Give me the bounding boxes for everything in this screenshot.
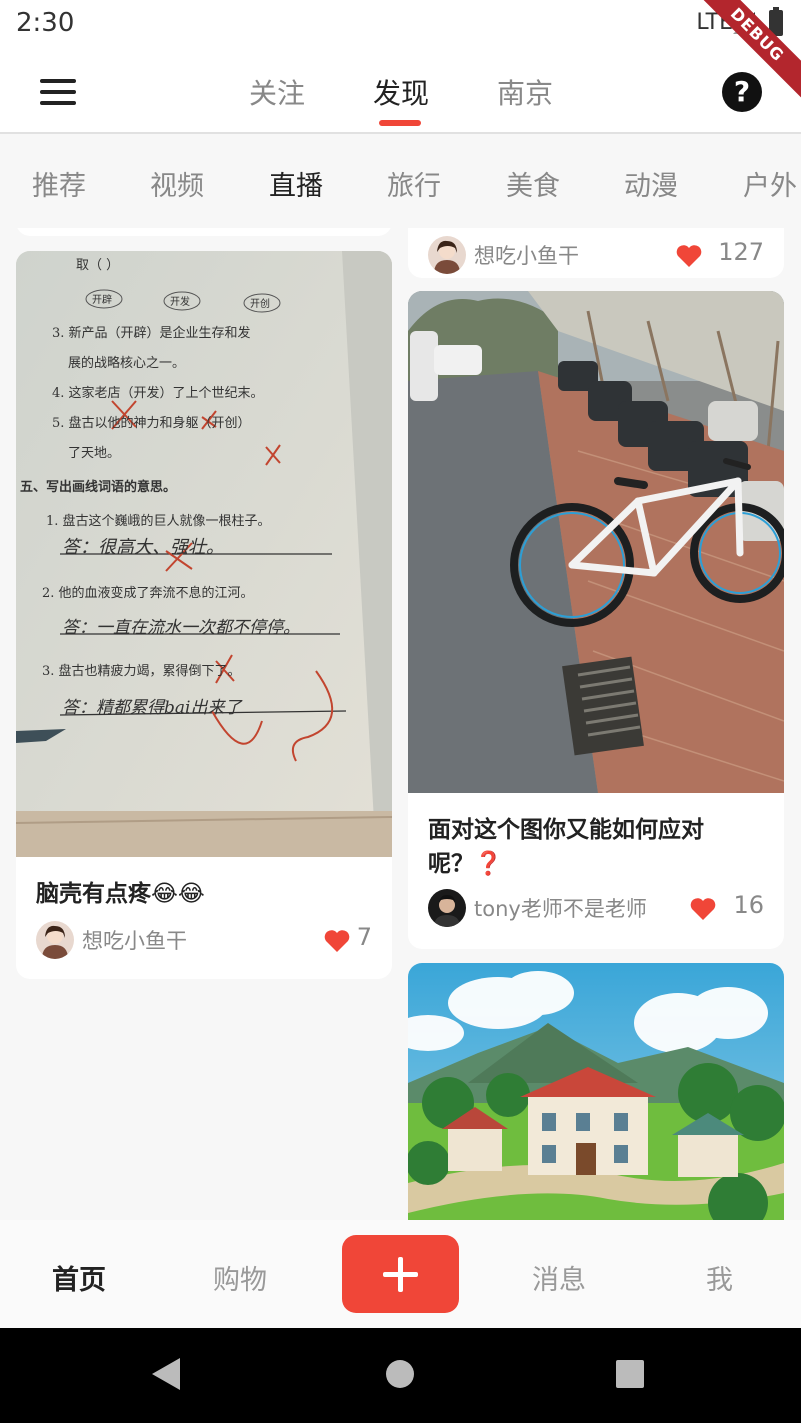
worksheet-line: 取（ ） (76, 258, 119, 273)
author-name[interactable]: 想吃小鱼干 (474, 240, 579, 270)
worksheet-line: 3. 盘古也精疲力竭，累得倒下了。 (42, 663, 241, 679)
worksheet-line: 1. 盘古这个巍峨的巨人就像一根柱子。 (46, 513, 271, 529)
top-nav: 关注 发现 南京 ? (0, 50, 801, 134)
heart-icon[interactable] (690, 897, 716, 921)
heart-icon[interactable] (324, 929, 350, 953)
card-meta: tony老师不是老师 16 (428, 889, 764, 929)
nav-shopping[interactable]: 购物 (213, 1258, 267, 1297)
post-title[interactable]: 面对这个图你又能如何应对呢？❓ (428, 813, 744, 881)
post-image[interactable] (408, 291, 784, 793)
worksheet-heading: 五、写出画线词语的意思。 (20, 479, 176, 495)
author-avatar[interactable] (428, 236, 466, 274)
nav-home[interactable]: 首页 (52, 1258, 106, 1297)
worksheet-line: 展的战略核心之一。 (68, 355, 185, 371)
category-food[interactable]: 美食 (506, 164, 560, 203)
bicycle-photo (408, 291, 784, 793)
handwritten-answer: 答：精都累得bai出来了 (62, 698, 243, 718)
feed-card-bicycle[interactable]: 面对这个图你又能如何应对呢？❓ tony老师不是老师 16 (408, 291, 784, 949)
author-avatar[interactable] (428, 889, 466, 927)
help-icon[interactable]: ? (722, 72, 762, 112)
back-icon[interactable] (152, 1358, 180, 1390)
handwritten-answer: 答：一直在流水一次都不停停。 (62, 618, 300, 638)
worksheet-line: 5. 盘古以他的神力和身躯（开创） (52, 415, 251, 431)
village-illustration (408, 963, 784, 1220)
author-name[interactable]: tony老师不是老师 (474, 893, 647, 923)
worksheet-line: 2. 他的血液变成了奔流不息的江河。 (42, 585, 254, 601)
author-name[interactable]: 想吃小鱼干 (82, 925, 187, 955)
home-icon[interactable] (386, 1360, 414, 1388)
tab-nanjing[interactable]: 南京 (497, 72, 553, 112)
like-count: 16 (733, 891, 764, 919)
recents-icon[interactable] (616, 1360, 644, 1388)
tab-discover[interactable]: 发现 (373, 72, 429, 112)
worksheet-stamp: 开创 (250, 297, 270, 310)
add-post-button[interactable] (342, 1235, 459, 1313)
worksheet-stamp: 开辟 (92, 293, 112, 306)
system-nav-bar (0, 1328, 801, 1423)
author-avatar[interactable] (36, 921, 74, 959)
feed[interactable]: 想吃小鱼干 127 取（ ） 3. 新产品（开辟）是企业生存和发 展的战略核心之… (0, 228, 801, 1220)
category-travel[interactable]: 旅行 (387, 164, 441, 203)
category-anime[interactable]: 动漫 (624, 164, 678, 203)
feed-card-partial-right[interactable]: 想吃小鱼干 127 (408, 228, 784, 278)
homework-photo: 取（ ） 3. 新产品（开辟）是企业生存和发 展的战略核心之一。 4. 这家老店… (16, 251, 392, 857)
feed-card-partial-left[interactable] (16, 228, 392, 236)
post-title[interactable]: 脑壳有点疼😂😂 (36, 877, 372, 911)
bottom-nav: 首页 购物 消息 我 (0, 1220, 801, 1328)
category-outdoor[interactable]: 户外 (743, 164, 797, 203)
status-bar: 2:30 LTE (0, 0, 801, 50)
like-count: 127 (718, 238, 764, 266)
handwritten-answer: 答：很高大、强壮。 (62, 537, 224, 558)
category-recommend[interactable]: 推荐 (32, 164, 86, 203)
menu-icon[interactable] (40, 79, 76, 105)
tab-follow[interactable]: 关注 (249, 72, 305, 112)
like-count: 7 (356, 923, 372, 951)
card-meta: 想吃小鱼干 7 (36, 921, 372, 961)
heart-icon[interactable] (676, 244, 702, 268)
post-image[interactable] (408, 963, 784, 1220)
category-live[interactable]: 直播 (269, 164, 323, 203)
status-time: 2:30 (16, 8, 75, 38)
post-image[interactable]: 取（ ） 3. 新产品（开辟）是企业生存和发 展的战略核心之一。 4. 这家老店… (16, 251, 392, 857)
category-video[interactable]: 视频 (150, 164, 204, 203)
worksheet-line: 了天地。 (68, 446, 120, 461)
worksheet-stamp: 开发 (170, 295, 190, 308)
category-bar[interactable]: 推荐 视频 直播 旅行 美食 动漫 户外 (0, 136, 801, 228)
worksheet-line: 3. 新产品（开辟）是企业生存和发 (52, 325, 251, 341)
worksheet-line: 4. 这家老店（开发）了上个世纪末。 (52, 385, 264, 401)
card-meta: 想吃小鱼干 127 (428, 236, 764, 276)
nav-messages[interactable]: 消息 (532, 1258, 586, 1297)
feed-card-village[interactable] (408, 963, 784, 1220)
nav-me[interactable]: 我 (706, 1258, 733, 1297)
active-tab-indicator (379, 120, 421, 126)
feed-card-homework[interactable]: 取（ ） 3. 新产品（开辟）是企业生存和发 展的战略核心之一。 4. 这家老店… (16, 251, 392, 979)
